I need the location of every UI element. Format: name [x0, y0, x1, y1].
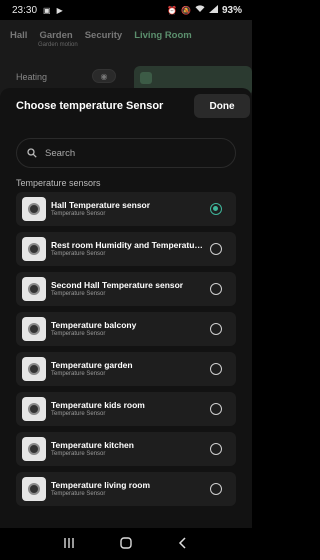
- battery-level: 93%: [221, 4, 242, 16]
- radio-button[interactable]: [210, 243, 222, 255]
- sensor-name: Temperature kids room: [51, 400, 145, 410]
- sensor-item[interactable]: Temperature balcony Temperature Sensor: [16, 312, 236, 346]
- radio-button[interactable]: [210, 483, 222, 495]
- section-label: Temperature sensors: [16, 178, 101, 188]
- mute-icon: 🔕: [181, 5, 191, 15]
- recents-button[interactable]: [54, 537, 84, 551]
- sensor-type: Temperature Sensor: [51, 411, 106, 417]
- bg-tab-subtitle: Garden motion: [38, 42, 78, 48]
- sheet-title: Choose temperature Sensor: [16, 100, 164, 112]
- sensor-name: Hall Temperature sensor: [51, 200, 151, 210]
- status-bar: 23:30 ▣ ▶ ⏰ 🔕 93%: [0, 0, 252, 20]
- sensor-name: Temperature kitchen: [51, 440, 134, 450]
- search-input[interactable]: Search: [16, 138, 236, 168]
- bg-tab-living-room: Living Room: [134, 30, 192, 41]
- bg-tab-hall: Hall: [10, 30, 28, 41]
- sensor-device-icon: [22, 397, 46, 421]
- sensor-name: Temperature living room: [51, 480, 151, 490]
- sensor-device-icon: [22, 197, 46, 221]
- sensor-type: Temperature Sensor: [51, 451, 106, 457]
- sensor-device-icon: [22, 317, 46, 341]
- sensor-picker-sheet: Choose temperature Sensor Done Search Te…: [0, 88, 252, 528]
- sensor-name: Second Hall Temperature sensor: [51, 280, 184, 290]
- sensor-item[interactable]: Rest room Humidity and Temperatur... Tem…: [16, 232, 236, 266]
- sensor-device-icon: [22, 477, 46, 501]
- signal-icon: [208, 5, 218, 15]
- sensor-type: Temperature Sensor: [51, 251, 106, 257]
- sensor-type: Temperature Sensor: [51, 371, 106, 377]
- status-left: 23:30 ▣ ▶: [12, 5, 63, 16]
- sensor-item[interactable]: Second Hall Temperature sensor Temperatu…: [16, 272, 236, 306]
- radio-button[interactable]: [210, 403, 222, 415]
- sensor-type: Temperature Sensor: [51, 211, 106, 217]
- done-button[interactable]: Done: [194, 94, 250, 118]
- sensor-item[interactable]: Temperature garden Temperature Sensor: [16, 352, 236, 386]
- bg-heating-label: Heating: [16, 72, 48, 82]
- radio-button[interactable]: [210, 203, 222, 215]
- sensor-name: Rest room Humidity and Temperatur...: [51, 240, 203, 250]
- radio-button[interactable]: [210, 283, 222, 295]
- wifi-icon: [195, 5, 205, 15]
- sensor-type: Temperature Sensor: [51, 331, 106, 337]
- search-icon: [27, 148, 37, 158]
- sensor-type: Temperature Sensor: [51, 491, 106, 497]
- radio-button[interactable]: [210, 443, 222, 455]
- bg-tab-garden: Garden: [39, 30, 73, 41]
- sensor-list: Hall Temperature sensor Temperature Sens…: [16, 192, 236, 512]
- back-button[interactable]: [168, 536, 198, 552]
- sensor-device-icon: [22, 277, 46, 301]
- sensor-item[interactable]: Temperature living room Temperature Sens…: [16, 472, 236, 506]
- status-right: ⏰ 🔕 93%: [167, 5, 242, 16]
- sensor-name: Temperature balcony: [51, 320, 137, 330]
- search-placeholder: Search: [45, 147, 76, 159]
- sensor-device-icon: [22, 437, 46, 461]
- sensor-type: Temperature Sensor: [51, 291, 106, 297]
- sensor-item[interactable]: Temperature kitchen Temperature Sensor: [16, 432, 236, 466]
- radio-button[interactable]: [210, 363, 222, 375]
- sensor-item[interactable]: Temperature kids room Temperature Sensor: [16, 392, 236, 426]
- bg-tab-security: Security: [84, 30, 123, 41]
- system-nav-bar: [0, 528, 252, 560]
- eye-icon: ◉: [92, 69, 116, 83]
- status-time: 23:30: [12, 4, 38, 16]
- sensor-device-icon: [22, 237, 46, 261]
- image-icon: ▣: [43, 5, 51, 15]
- sensor-device-icon: [22, 357, 46, 381]
- sensor-name: Temperature garden: [51, 360, 133, 370]
- background-tabs: Hall Garden Security Living Room: [10, 30, 192, 41]
- sensor-item[interactable]: Hall Temperature sensor Temperature Sens…: [16, 192, 236, 226]
- home-button[interactable]: [111, 536, 141, 552]
- alarm-icon: ⏰: [167, 5, 178, 15]
- bg-card-icon: [140, 72, 152, 84]
- sheet-header: Choose temperature Sensor Done: [0, 88, 252, 124]
- radio-button[interactable]: [210, 323, 222, 335]
- play-icon: ▶: [56, 5, 63, 15]
